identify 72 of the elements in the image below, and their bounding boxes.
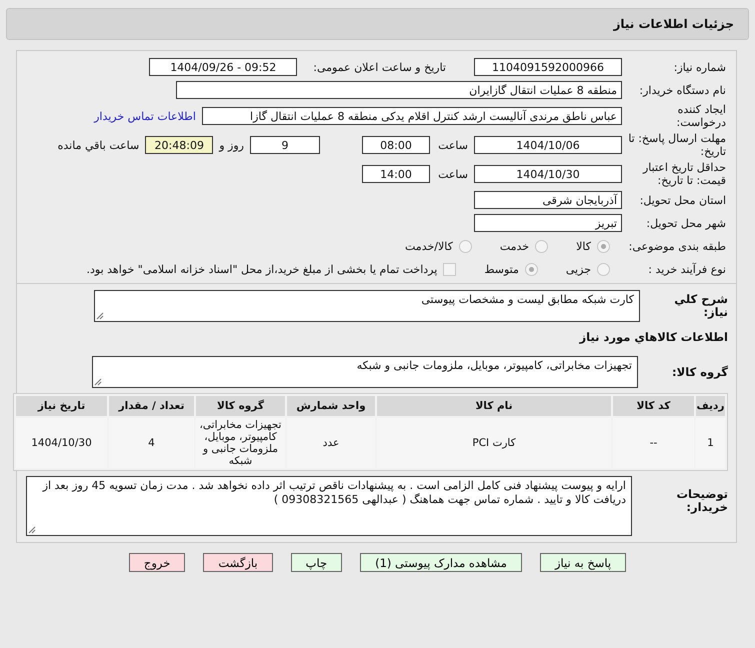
field-label: توضیحات خریدار:: [676, 488, 728, 514]
input-field: 1404/10/30: [474, 165, 622, 183]
radio-label: متوسط: [484, 262, 519, 276]
field-label: شماره نیاز:: [672, 60, 726, 74]
action-button[interactable]: مشاهده مدارک پیوستی (1): [360, 553, 522, 572]
input-field: 1404/10/06: [474, 136, 622, 154]
input-field: منطقه 8 عملیات انتقال گازایران: [176, 81, 622, 99]
checkbox-label: پرداخت تمام یا بخشی از مبلغ خرید،از محل "اسناد خزانه اسلامی" خواهد بود.: [86, 262, 438, 276]
section-heading: اطلاعات كالاهاي مورد نياز: [580, 330, 728, 344]
radio-label: کالا/خدمت: [405, 240, 453, 252]
field-label: ساعت باقي مانده: [58, 138, 140, 152]
column-header: کد کالا: [613, 396, 694, 416]
radio-button[interactable]: [458, 240, 472, 252]
column-header: واحد شمارش: [287, 396, 375, 416]
input-field: 1104091592000966: [474, 58, 622, 76]
action-button[interactable]: خروج: [128, 553, 186, 572]
text-area[interactable]: کارت شبکه مطابق لیست و مشخصات پیوستی: [94, 290, 640, 322]
table-cell: 4: [109, 418, 194, 468]
field-label: تاریخ و ساعت اعلان عمومی:: [313, 60, 446, 74]
field-label: شهر محل تحویل:: [645, 216, 726, 230]
table-cell: عدد: [287, 418, 375, 468]
radio-button[interactable]: [597, 262, 610, 276]
input-field: 14:00: [362, 165, 430, 183]
checkbox[interactable]: [443, 262, 456, 276]
table-cell: 1: [696, 418, 725, 468]
field-label: روز و: [219, 138, 244, 152]
field-label: ایجاد کننده درخواست:: [676, 103, 726, 129]
action-button[interactable]: بازگشت: [203, 553, 273, 572]
radio-label: کالا: [576, 240, 591, 252]
column-header: تاریخ نیاز: [16, 396, 107, 416]
text-area[interactable]: تجهیزات مخابراتی، کامپیوتر، موبایل، ملزومات جانبی و شبکه: [92, 356, 638, 388]
table-cell: 1404/10/30: [16, 418, 107, 468]
buyer-contact-link[interactable]: اطلاعات تماس خریدار: [94, 110, 196, 122]
field-label: ساعت: [437, 138, 468, 152]
resize-grip-icon[interactable]: [28, 526, 36, 534]
action-button[interactable]: چاپ: [290, 553, 342, 572]
column-header: ردیف: [696, 396, 725, 416]
column-header: نام کالا: [377, 396, 611, 416]
countdown-field: 20:48:09: [145, 136, 214, 154]
text-area-value: ارایه و پیوست پیشنهاد فنی کامل الزامی است . به پیشنهادات ناقص ترتیب اثر داده نخواهد شد . مدت زمان تسویه 45 روز بعد از دریافت کالا و تایید . شماره تماس جهت هماهنگ ( عبدالهی 09308321565 ): [42, 479, 626, 506]
page-title: جزئیات اطلاعات نیاز: [613, 17, 734, 31]
text-area-value: تجهیزات مخابراتی، کامپیوتر، موبایل، ملزومات جانبی و شبکه: [356, 359, 632, 372]
action-button[interactable]: پاسخ به نیاز: [540, 553, 626, 572]
input-field: 9: [250, 136, 320, 154]
radio-label: جزیی: [566, 262, 591, 276]
field-label: نوع فرآیند خرید :: [647, 262, 726, 276]
field-label: استان محل تحویل:: [638, 194, 726, 206]
radio-button[interactable]: [597, 240, 610, 252]
input-field: 1404/09/26 - 09:52: [149, 58, 298, 76]
column-header: تعداد / مقدار: [109, 396, 194, 416]
table-cell: تجهیزات مخابراتی، کامپیوتر، موبایل، ملزومات جانبی و شبکه: [196, 418, 285, 468]
table-cell: کارت PCI: [377, 418, 611, 468]
table-cell: --: [613, 418, 694, 468]
field-label: شرح کلي نياز:: [673, 293, 728, 319]
text-area-value: کارت شبکه مطابق لیست و مشخصات پیوستی: [421, 293, 634, 306]
input-field: عباس ناطق مرندی آنالیست ارشد کنترل اقلام یدکی منطقه 8 عملیات انتقال گازا: [202, 107, 622, 125]
radio-label: خدمت: [500, 240, 530, 252]
field-label: نام دستگاه خریدار:: [638, 84, 726, 96]
input-field: تبریز: [474, 214, 622, 232]
resize-grip-icon[interactable]: [96, 312, 104, 320]
input-field: آذربایجان شرقی: [474, 191, 622, 209]
input-field: 08:00: [362, 136, 430, 154]
field-label: طبقه بندی موضوعی:: [628, 240, 726, 252]
field-label: ساعت: [437, 168, 468, 180]
field-label: حداقل تاریخ اعتبار قیمت: تا تاریخ:: [642, 161, 726, 187]
radio-button[interactable]: [524, 262, 538, 276]
text-area[interactable]: ارایه و پیوست پیشنهاد فنی کامل الزامی است . به پیشنهادات ناقص ترتیب اثر داده نخواهد شد . مدت زمان تسویه 45 روز بعد از دریافت کالا و تایید . شماره تماس جهت هماهنگ ( عبدالهی 09308321565 ): [26, 476, 632, 536]
field-label: مهلت ارسال پاسخ: تا تاریخ:: [628, 132, 726, 158]
resize-grip-icon[interactable]: [94, 378, 102, 386]
field-label: گروه کالا:: [671, 366, 728, 378]
column-header: گروه کالا: [196, 396, 285, 416]
radio-button[interactable]: [535, 240, 548, 252]
